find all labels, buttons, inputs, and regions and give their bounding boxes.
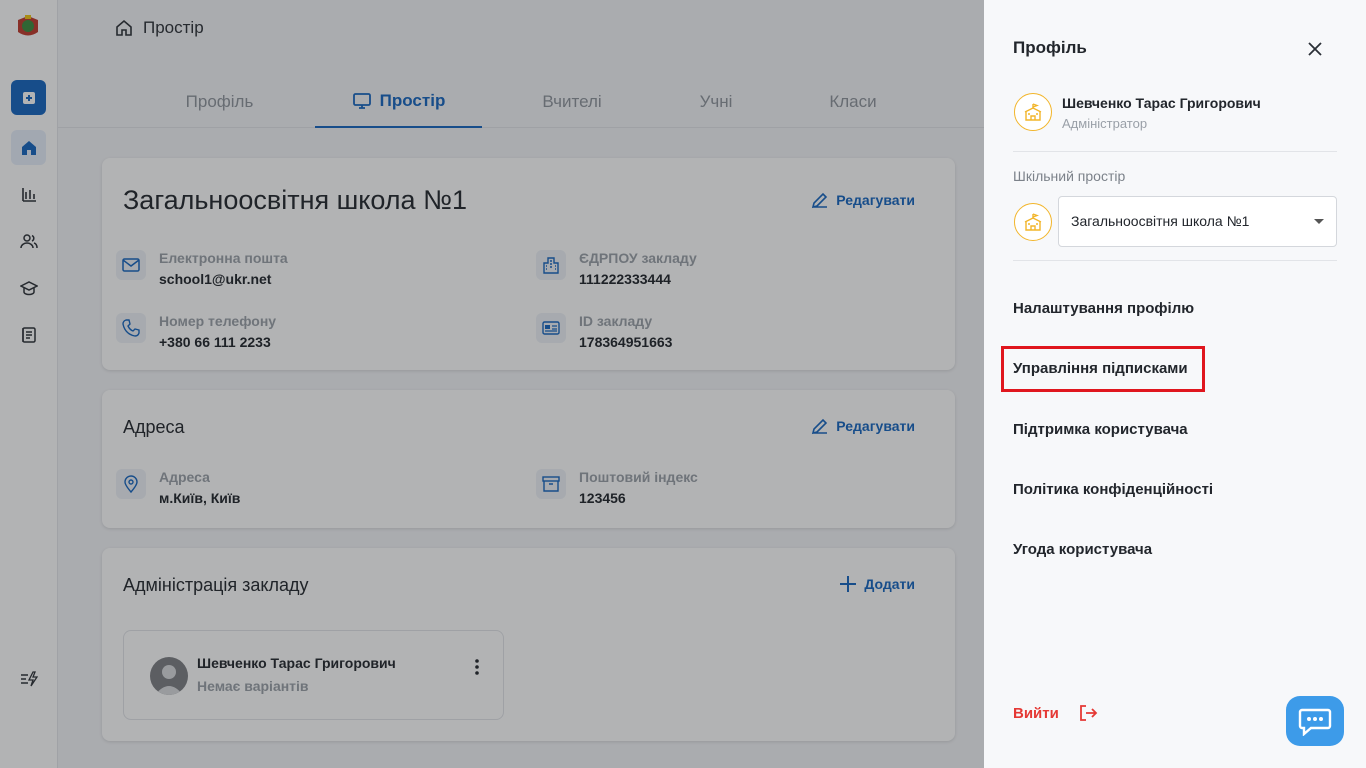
logout-icon	[1079, 705, 1098, 721]
user-school-badge	[1014, 93, 1052, 131]
divider	[1013, 151, 1337, 152]
school-space-label: Шкільний простір	[1013, 168, 1126, 184]
menu-user-support[interactable]: Підтримка користувача	[1013, 421, 1188, 438]
highlight-box	[1001, 346, 1205, 392]
menu-profile-settings[interactable]: Налаштування профілю	[1013, 300, 1194, 317]
chat-bubble-icon	[1298, 708, 1332, 736]
menu-privacy-policy[interactable]: Політика конфіденційності	[1013, 481, 1213, 498]
divider	[1013, 260, 1337, 261]
logout-button[interactable]: Вийти	[1013, 702, 1099, 724]
selected-school-badge	[1014, 203, 1052, 241]
user-role: Адміністратор	[1062, 116, 1148, 131]
close-icon[interactable]	[1304, 38, 1326, 60]
school-building-icon	[1024, 213, 1042, 231]
school-space-select[interactable]: Загальноосвітня школа №1	[1058, 196, 1337, 247]
drawer-title: Профіль	[1013, 38, 1087, 57]
modal-backdrop[interactable]	[0, 0, 984, 768]
chat-button[interactable]	[1286, 696, 1344, 746]
menu-user-agreement[interactable]: Угода користувача	[1013, 541, 1152, 558]
caret-down-icon	[1314, 219, 1324, 224]
school-building-icon	[1024, 103, 1042, 121]
user-name: Шевченко Тарас Григорович	[1062, 95, 1261, 111]
